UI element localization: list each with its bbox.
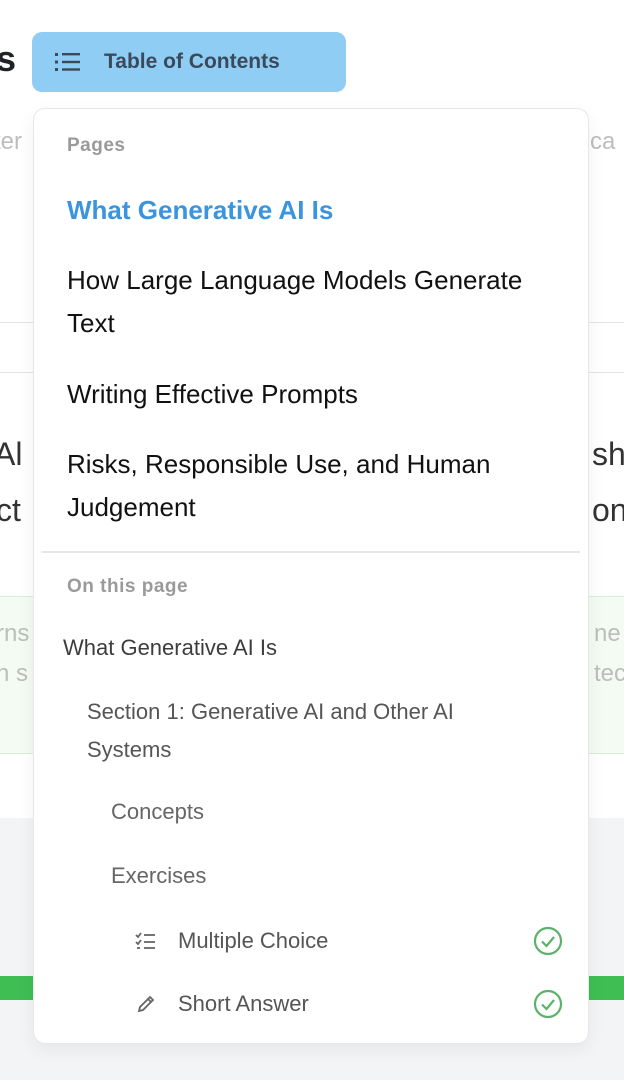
table-of-contents-dropdown: Pages What Generative AI Is How Large La… — [33, 108, 589, 1044]
page-link-how-llms-generate-text[interactable]: How Large Language Models Generate Text — [67, 259, 547, 345]
pencil-icon — [134, 992, 158, 1016]
outline-section-1[interactable]: Section 1: Generative AI and Other AI Sy… — [87, 693, 527, 769]
page-link-writing-effective-prompts[interactable]: Writing Effective Prompts — [67, 373, 547, 416]
callout-text-left-1: rns — [0, 620, 30, 647]
page-link-what-generative-ai-is[interactable]: What Generative AI Is — [67, 189, 547, 232]
callout-text-right-2: tec — [594, 660, 624, 687]
page-link-risks-responsible-use[interactable]: Risks, Responsible Use, and Human Judgem… — [67, 443, 547, 529]
checklist-icon — [134, 929, 158, 953]
background-text-left: ter — [0, 128, 23, 155]
table-of-contents-label: Table of Contents — [104, 50, 280, 73]
background-heading-right-1: sh — [592, 436, 624, 472]
callout-text-right-1: ne — [594, 620, 621, 647]
outline-exercise-multiple-choice[interactable]: Multiple Choice — [134, 921, 564, 961]
pages-heading: Pages — [67, 135, 126, 156]
background-heading-left-2: ct — [0, 492, 21, 528]
on-this-page-heading: On this page — [67, 576, 189, 597]
page-heading-fragment: s — [0, 38, 17, 79]
outline-page-title[interactable]: What Generative AI Is — [63, 629, 277, 667]
table-of-contents-button[interactable]: Table of Contents — [32, 32, 346, 92]
check-circle-icon — [532, 925, 564, 957]
outline-exercise-short-answer[interactable]: Short Answer — [134, 984, 564, 1024]
outline-exercises[interactable]: Exercises — [111, 857, 206, 895]
check-circle-icon — [532, 988, 564, 1020]
callout-text-left-2: n s — [0, 660, 29, 687]
background-heading-right-2: on — [592, 492, 624, 528]
background-text-right: ca — [590, 128, 616, 155]
list-icon — [54, 48, 82, 76]
panel-divider — [42, 551, 580, 553]
outline-concepts[interactable]: Concepts — [111, 793, 204, 831]
exercise-label: Multiple Choice — [178, 928, 329, 953]
exercise-label: Short Answer — [178, 991, 309, 1016]
